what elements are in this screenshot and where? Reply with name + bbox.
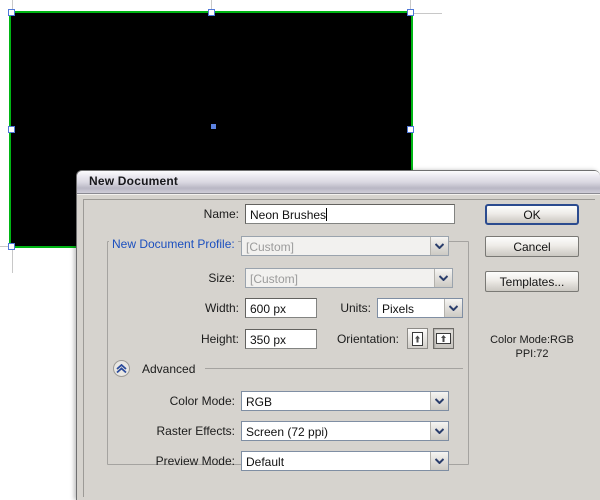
name-row: Name: Neon Brushes [203,204,455,224]
landscape-orientation-icon[interactable] [433,328,454,349]
height-input[interactable]: 350 px [245,328,317,349]
selection-handle-top-left[interactable] [8,9,15,16]
selection-handle-top-right[interactable] [407,9,414,16]
cancel-button[interactable]: Cancel [485,236,579,257]
selection-handle-top-center[interactable] [208,9,215,16]
raster-effects-label: Raster Effects: [156,424,235,438]
name-input[interactable]: Neon Brushes [245,204,455,224]
dialog-titlebar[interactable]: New Document [77,171,600,194]
units-dropdown[interactable]: Pixels [377,298,463,318]
name-input-value: Neon Brushes [250,208,327,222]
raster-effects-row: Raster Effects: Screen (72 ppi) [151,421,449,441]
width-input[interactable]: 600 px [245,298,317,318]
chevron-down-icon[interactable] [430,392,448,410]
name-label: Name: [203,207,239,221]
chevron-down-icon[interactable] [430,452,448,470]
selection-handle-bottom-left[interactable] [8,243,15,250]
info-color-mode: Color Mode:RGB [490,334,574,346]
preview-mode-row: Preview Mode: Default [153,451,449,471]
guide-vertical-bottom-left [12,249,13,273]
selection-handle-middle-right[interactable] [407,126,414,133]
dialog-title: New Document [89,174,179,188]
selection-handle-middle-left[interactable] [8,126,15,133]
height-row: Height: 350 px Orientation: [191,328,459,349]
chevron-down-icon[interactable] [444,299,462,317]
info-ppi: PPI:72 [515,348,549,360]
height-label: Height: [200,331,239,346]
new-document-profile-label: New Document Profile: [109,237,238,251]
chevron-down-icon[interactable] [430,237,448,255]
color-mode-row: Color Mode: RGB [157,391,449,411]
advanced-label: Advanced [142,361,196,376]
new-document-dialog: New Document New Document Profile: Name:… [76,170,600,500]
text-caret [326,208,328,221]
profile-value: [Custom] [242,237,430,255]
chevron-down-icon[interactable] [430,422,448,440]
chevron-down-icon[interactable] [434,269,452,287]
color-mode-dropdown[interactable]: RGB [241,391,449,411]
width-label: Width: [204,301,239,315]
templates-button[interactable]: Templates... [485,271,579,292]
portrait-orientation-icon[interactable] [407,328,428,349]
raster-effects-value: Screen (72 ppi) [242,422,430,440]
advanced-divider [205,368,463,369]
preview-mode-label: Preview Mode: [155,454,235,468]
size-dropdown[interactable]: [Custom] [245,268,453,288]
chevron-double-up-icon[interactable] [113,360,130,377]
width-row: Width: 600 px Units: Pixels [195,298,463,318]
profile-dropdown[interactable]: [Custom] [241,236,449,256]
size-label: Size: [208,271,235,285]
color-mode-value: RGB [242,392,430,410]
color-mode-label: Color Mode: [169,394,235,408]
size-row: Size: [Custom] [203,268,453,288]
raster-effects-dropdown[interactable]: Screen (72 ppi) [241,421,449,441]
preview-mode-value: Default [242,452,430,470]
profile-row: [Custom] [241,236,449,256]
ok-button[interactable]: OK [485,204,579,225]
preview-mode-dropdown[interactable]: Default [241,451,449,471]
orientation-label: Orientation: [336,331,399,346]
document-info: Color Mode:RGB PPI:72 [479,333,585,361]
advanced-section-header[interactable]: Advanced [113,360,465,377]
size-value: [Custom] [246,269,434,287]
selection-center-point [211,124,216,129]
application-window: New Document New Document Profile: Name:… [0,0,600,500]
units-label: Units: [340,301,371,315]
units-value: Pixels [378,299,444,317]
guide-horizontal-top-right [414,13,442,14]
